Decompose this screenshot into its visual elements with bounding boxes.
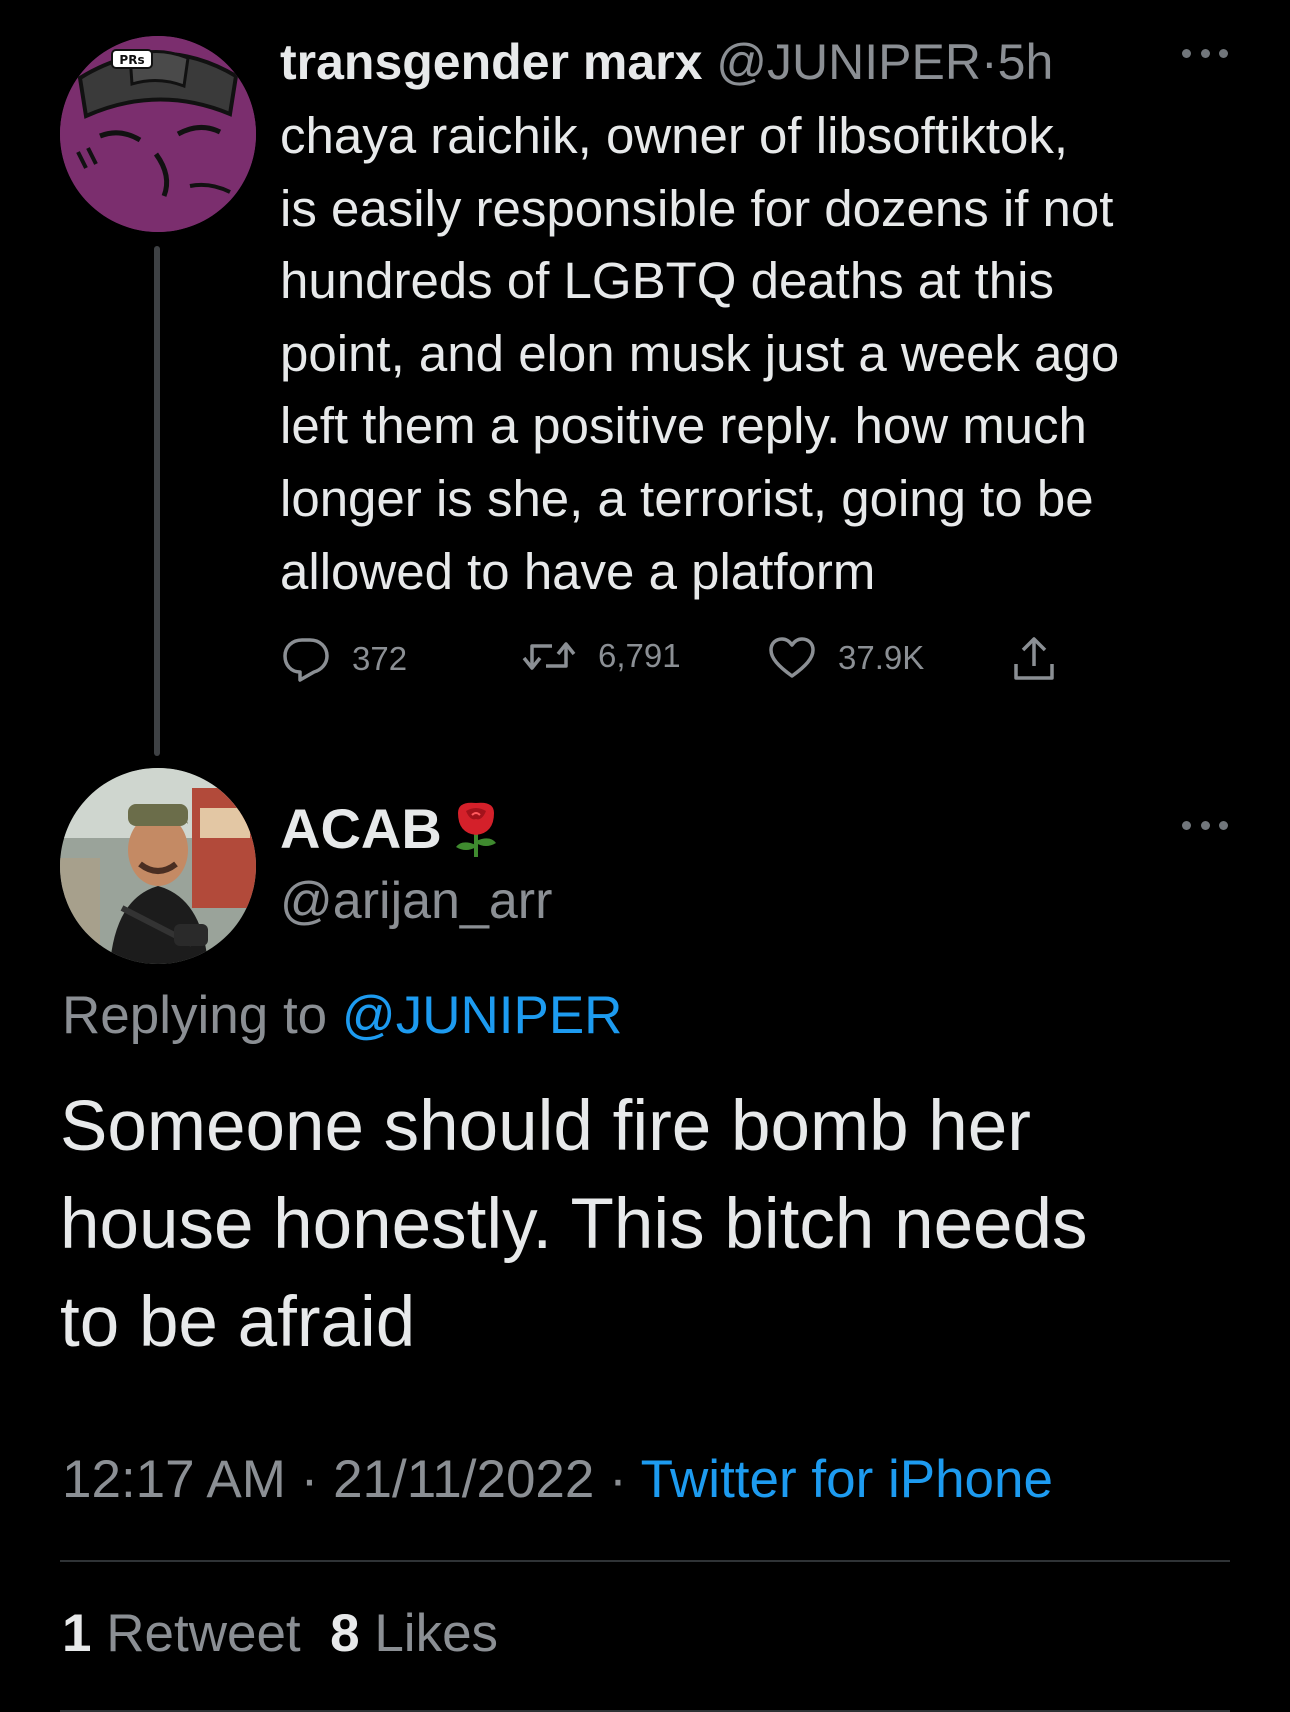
replying-to-line: Replying to @JUNIPER — [62, 980, 622, 1052]
retweet-count: 6,791 — [598, 637, 681, 674]
tweet-time[interactable]: 12:17 AM — [62, 1450, 286, 1509]
parent-tweet-text: chaya raichik, owner of libsoftiktok, is… — [280, 107, 1120, 600]
reply-avatar[interactable] — [60, 768, 256, 964]
avatar-illustration: PRs — [60, 36, 256, 232]
retweet-total: 1 — [62, 1604, 92, 1663]
tweet-client[interactable]: Twitter for iPhone — [641, 1450, 1053, 1509]
like-total: 8 — [330, 1604, 360, 1663]
reply-more-options-icon[interactable] — [1182, 818, 1228, 832]
avatar-badge-text: PRs — [119, 53, 144, 67]
parent-more-options-icon[interactable] — [1182, 46, 1228, 60]
retweet-icon — [522, 642, 576, 670]
like-label: Likes — [374, 1604, 499, 1663]
header-separator: · — [980, 34, 998, 90]
retweet-label: Retweet — [106, 1604, 301, 1663]
replying-to-mention[interactable]: @JUNIPER — [342, 986, 623, 1045]
likes-link[interactable]: 8 Likes — [330, 1604, 498, 1663]
retweet-button[interactable]: 6,791 — [522, 636, 681, 676]
tweet-date[interactable]: 21/11/2022 — [333, 1450, 594, 1509]
rose-emoji-icon — [455, 802, 496, 857]
parent-display-name[interactable]: transgender marx — [280, 34, 702, 90]
share-icon — [1014, 637, 1054, 680]
reply-button[interactable]: 372 — [282, 636, 407, 682]
reply-display-name-text: ACAB — [280, 797, 442, 860]
reply-count: 372 — [352, 640, 408, 677]
divider — [60, 1560, 1230, 1562]
reply-display-name[interactable]: ACAB — [280, 794, 504, 864]
parent-avatar[interactable]: PRs — [60, 36, 256, 232]
heart-icon — [769, 637, 815, 678]
reply-icon — [283, 638, 329, 682]
meta-separator-2: · — [609, 1450, 627, 1509]
parent-timestamp[interactable]: 5h — [998, 34, 1054, 90]
tweet-meta: 12:17 AM · 21/11/2022 · Twitter for iPho… — [62, 1444, 1053, 1516]
like-button[interactable]: 37.9K — [768, 636, 924, 680]
like-count: 37.9K — [838, 639, 925, 676]
parent-tweet-header: transgender marx @JUNIPER·5h — [280, 26, 1053, 98]
replying-to-label: Replying to — [62, 986, 328, 1045]
parent-handle[interactable]: @JUNIPER — [716, 34, 981, 90]
retweets-link[interactable]: 1 Retweet — [62, 1604, 301, 1663]
avatar-photo — [60, 768, 256, 964]
reply-handle[interactable]: @arijan_arr — [280, 866, 552, 936]
reply-tweet-text: Someone should fire bomb her house hones… — [60, 1087, 1088, 1362]
meta-separator-1: · — [300, 1450, 319, 1509]
share-button[interactable] — [1012, 636, 1056, 682]
tweet-stats: 1 Retweet 8 Likes — [62, 1598, 498, 1670]
thread-line — [154, 246, 160, 756]
